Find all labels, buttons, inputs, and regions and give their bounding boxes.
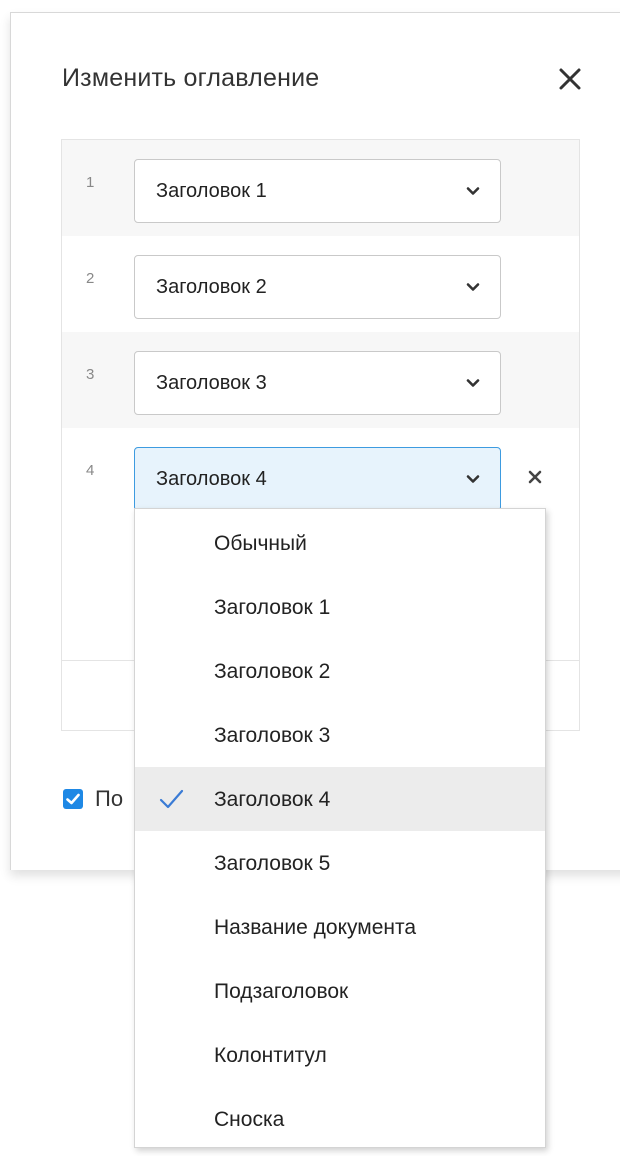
option-label: Заголовок 4: [214, 788, 331, 811]
option-label: Заголовок 5: [214, 852, 331, 875]
level-row-2: 2 Заголовок 2: [62, 236, 579, 332]
select-value: Заголовок 2: [156, 276, 267, 298]
checkmark-icon: [159, 789, 184, 809]
chevron-down-icon: [466, 283, 480, 291]
level-style-select-3[interactable]: Заголовок 3: [134, 351, 501, 415]
select-value: Заголовок 4: [156, 468, 267, 490]
level-style-select-4[interactable]: Заголовок 4: [134, 447, 501, 511]
option-label: Подзаголовок: [214, 980, 349, 1003]
option-label: Заголовок 3: [214, 724, 331, 747]
dropdown-option[interactable]: Название документа: [135, 895, 545, 959]
level-number: 4: [86, 462, 95, 479]
dropdown-option[interactable]: Сноска: [135, 1087, 545, 1151]
dialog-title: Изменить оглавление: [62, 64, 320, 92]
option-label: Заголовок 2: [214, 660, 331, 683]
chevron-down-icon: [466, 187, 480, 195]
chevron-down-icon: [466, 379, 480, 387]
select-value: Заголовок 1: [156, 180, 267, 202]
style-dropdown-menu: Обычный Заголовок 1 Заголовок 2 Заголово…: [134, 508, 546, 1148]
level-row-1: 1 Заголовок 1: [62, 140, 579, 236]
level-number: 3: [86, 366, 95, 383]
option-label: Название документа: [214, 916, 417, 939]
close-icon[interactable]: [557, 66, 583, 92]
dropdown-option-selected[interactable]: Заголовок 4: [135, 767, 545, 831]
dropdown-option[interactable]: Заголовок 3: [135, 703, 545, 767]
dropdown-option[interactable]: Обычный: [135, 511, 545, 575]
option-checkbox[interactable]: [63, 789, 83, 809]
level-style-select-2[interactable]: Заголовок 2: [134, 255, 501, 319]
dropdown-option[interactable]: Заголовок 2: [135, 639, 545, 703]
level-row-3: 3 Заголовок 3: [62, 332, 579, 428]
dropdown-option[interactable]: Заголовок 5: [135, 831, 545, 895]
checkmark-icon: [66, 793, 80, 805]
chevron-down-icon: [466, 475, 480, 483]
remove-level-icon[interactable]: [524, 466, 546, 488]
level-style-select-1[interactable]: Заголовок 1: [134, 159, 501, 223]
option-label: Заголовок 1: [214, 596, 331, 619]
dropdown-option[interactable]: Заголовок 1: [135, 575, 545, 639]
select-value: Заголовок 3: [156, 372, 267, 394]
dropdown-option[interactable]: Колонтитул: [135, 1023, 545, 1087]
option-label: Обычный: [214, 532, 307, 555]
dropdown-option[interactable]: Подзаголовок: [135, 959, 545, 1023]
checkbox-label: По: [95, 786, 124, 811]
option-label: Сноска: [214, 1108, 285, 1131]
level-number: 2: [86, 270, 95, 287]
level-number: 1: [86, 174, 95, 191]
option-label: Колонтитул: [214, 1044, 327, 1067]
